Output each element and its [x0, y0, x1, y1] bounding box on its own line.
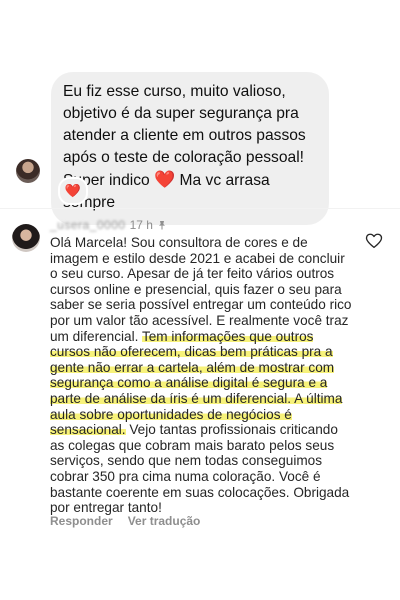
comment-body: Olá Marcela! Sou consultora de cores e d… — [50, 235, 355, 516]
sender-avatar[interactable] — [16, 159, 40, 183]
translate-button[interactable]: Ver tradução — [128, 514, 201, 528]
comment-actions: Responder Ver tradução — [50, 514, 200, 528]
message-line: objetivo é da super segurança pra — [63, 105, 299, 122]
message-line: atender a cliente em outros passos — [63, 127, 306, 144]
divider — [0, 208, 400, 209]
pin-icon — [158, 221, 165, 230]
comment-text: Olá Marcela! Sou consultora de cores e d… — [50, 235, 352, 344]
comment-time: 17 h — [129, 218, 153, 232]
highlighted-comment-text: Tem informações que outros cursos não of… — [50, 328, 343, 438]
comment-meta: _usera_0000 17 h — [50, 218, 167, 232]
message-line: após o teste de coloração pessoal! — [63, 149, 304, 166]
like-heart-icon[interactable] — [365, 232, 383, 250]
message-row: Eu fiz esse curso, muito valioso, objeti… — [0, 0, 400, 225]
heart-reaction-icon[interactable]: ❤️ — [58, 177, 88, 205]
reply-button[interactable]: Responder — [50, 514, 113, 528]
heart-emoji-icon: ❤️ — [154, 170, 176, 189]
commenter-avatar[interactable] — [12, 224, 40, 252]
message-bubble[interactable]: Eu fiz esse curso, muito valioso, objeti… — [51, 72, 329, 225]
message-line: Eu fiz esse curso, muito valioso, — [63, 83, 286, 100]
commenter-username[interactable]: _usera_0000 — [50, 218, 126, 232]
